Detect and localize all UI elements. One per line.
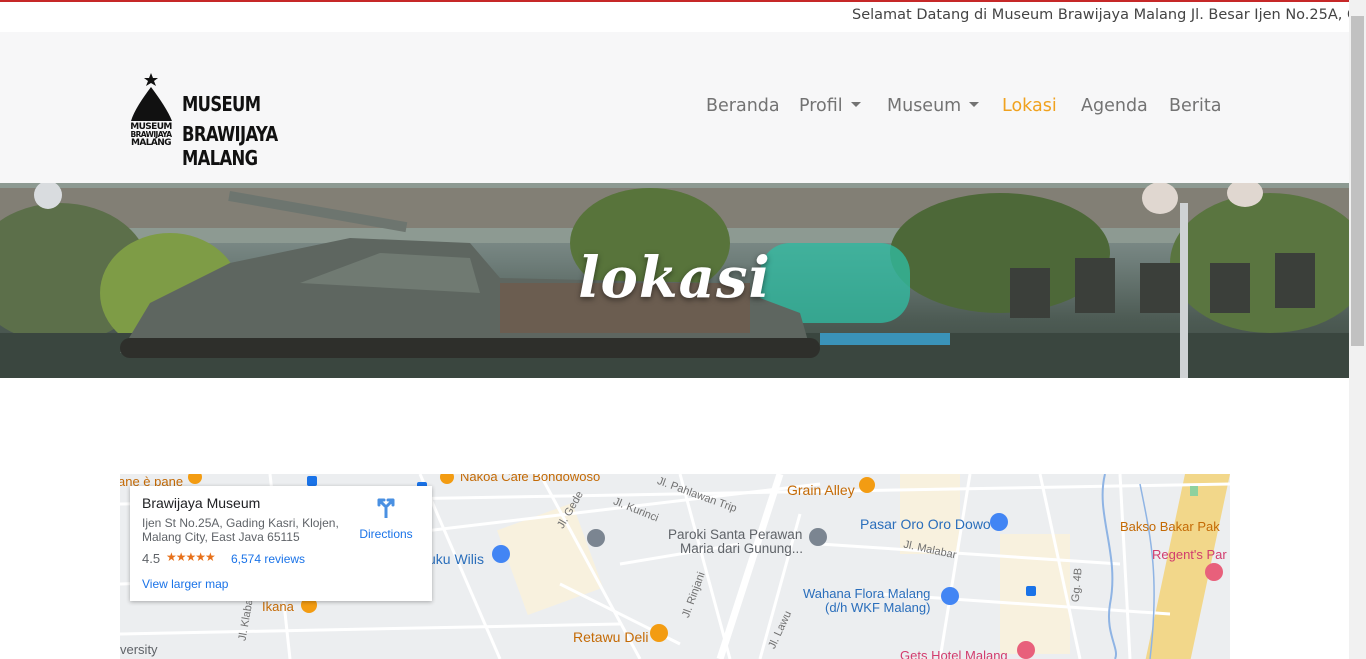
nav-berita[interactable]: Berita (1169, 96, 1221, 116)
reviews-link[interactable]: 6,574 reviews (231, 552, 305, 566)
scrollbar-thumb[interactable] (1351, 16, 1364, 346)
hotel-pin-icon (1205, 563, 1223, 581)
nav-museum-label: Museum (887, 96, 962, 116)
site-logo[interactable]: MUSEUM BRAWIJAYA MALANG MUSEUM BRAWIJAYA… (128, 73, 368, 170)
nav-profil-label: Profil (799, 96, 843, 116)
nav-profil-dropdown[interactable]: Profil (799, 96, 861, 116)
directions-button[interactable]: Directions (356, 496, 416, 541)
rating-stars-icon: ★★★★★ (166, 550, 216, 564)
school-pin-icon (587, 529, 605, 547)
marquee-ticker: Selamat Datang di Museum Brawijaya Malan… (0, 2, 1349, 32)
shopping-pin-icon (492, 545, 510, 563)
caret-down-icon (850, 102, 861, 107)
svg-text:MALANG: MALANG (131, 138, 171, 148)
nav-beranda[interactable]: Beranda (706, 96, 780, 116)
hero-title: lokasi (578, 245, 771, 311)
church-pin-icon (809, 528, 827, 546)
nav-museum-dropdown[interactable]: Museum (887, 96, 980, 116)
map-info-card: Brawijaya Museum Ijen St No.25A, Gading … (130, 486, 432, 601)
bus-stop-icon (1026, 586, 1036, 596)
navbar: MUSEUM BRAWIJAYA MALANG MUSEUM BRAWIJAYA… (0, 32, 1349, 183)
hotel-pin-icon (1017, 641, 1035, 659)
bus-stop-icon (307, 476, 317, 486)
ticker-text: Selamat Datang di Museum Brawijaya Malan… (852, 7, 1349, 23)
hero-banner: lokasi (0, 183, 1349, 378)
logo-text-line1: MUSEUM (182, 92, 261, 116)
cafe-pin-icon (650, 624, 668, 642)
rating-value: 4.5 (142, 551, 161, 566)
restaurant-pin-icon (859, 477, 875, 493)
restaurant-pin-icon (188, 474, 202, 484)
place-address: Ijen St No.25A, Gading Kasri, Klojen, Ma… (142, 516, 339, 544)
caret-down-icon (969, 102, 980, 107)
directions-icon (377, 498, 395, 520)
restaurant-pin-icon (440, 474, 454, 484)
view-larger-map-link[interactable]: View larger map (142, 577, 228, 591)
nav-lokasi[interactable]: Lokasi (1002, 96, 1057, 116)
nav-agenda[interactable]: Agenda (1081, 96, 1148, 116)
logo-text-line2: BRAWIJAYA MALANG (182, 122, 278, 170)
directions-label: Directions (359, 527, 413, 541)
place-title: Brawijaya Museum (142, 495, 261, 511)
shopping-pin-icon (941, 587, 959, 605)
shopping-pin-icon (990, 513, 1008, 531)
museum-emblem-icon: MUSEUM BRAWIJAYA MALANG (130, 73, 173, 148)
